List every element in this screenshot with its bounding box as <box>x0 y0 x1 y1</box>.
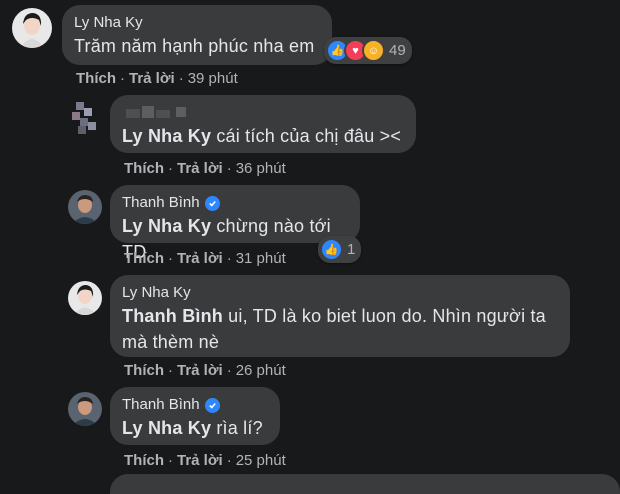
mention-link[interactable]: Ly Nha Ky <box>122 126 211 146</box>
timestamp[interactable]: 39 phút <box>188 70 238 87</box>
comment-bubble: Ly Nha Ky Trăm năm hạnh phúc nha em <box>62 5 332 65</box>
comment-author[interactable]: Thanh Bình <box>122 395 268 415</box>
separator: · <box>168 160 173 177</box>
reaction-summary[interactable]: 👍 1 <box>318 236 362 263</box>
reaction-summary[interactable]: 👍 ♥ ☺ 49 <box>324 37 412 64</box>
like-link[interactable]: Thích <box>124 160 164 177</box>
avatar-thanh-binh[interactable] <box>68 190 102 224</box>
comment-text: Thanh Bình ui, TD là ko biet luon do. Nh… <box>122 306 546 352</box>
separator: · <box>168 452 173 469</box>
avatar-thanh-binh[interactable] <box>68 392 102 426</box>
comment-actions: Thích · Trả lời · 36 phút <box>124 160 286 177</box>
verified-badge-icon <box>204 195 220 211</box>
author-name-blurred <box>122 103 404 123</box>
comment-bubble: Thanh Bình Ly Nha Ky rìa lí? <box>110 387 280 445</box>
timestamp[interactable]: 31 phút <box>236 250 286 267</box>
avatar-ly-nha-ky[interactable] <box>68 281 102 315</box>
separator: · <box>168 362 173 379</box>
reply-link[interactable]: Trả lời <box>177 160 223 177</box>
separator: · <box>120 70 125 87</box>
comment-author[interactable]: Thanh Bình <box>122 193 348 213</box>
separator: · <box>178 70 184 87</box>
verified-badge-icon <box>204 397 220 413</box>
mention-link[interactable]: Thanh Bình <box>122 306 223 326</box>
comment-bubble: Thanh Bình Ly Nha Ky chừng nào tới TD <box>110 185 360 262</box>
separator: · <box>168 250 173 267</box>
avatar-ly-nha-ky[interactable] <box>12 8 52 48</box>
reply-link[interactable]: Trả lời <box>177 250 223 267</box>
comment-actions: Thích · Trả lời · 31 phút <box>124 250 286 267</box>
comment-author[interactable]: Ly Nha Ky <box>122 283 558 303</box>
reaction-count: 1 <box>347 241 356 258</box>
separator: · <box>226 250 232 267</box>
comment-actions: Thích · Trả lời · 25 phút <box>124 452 286 469</box>
comment-bubble-partial <box>110 474 620 494</box>
reply-link[interactable]: Trả lời <box>129 70 175 87</box>
timestamp[interactable]: 26 phút <box>236 362 286 379</box>
separator: · <box>226 362 232 379</box>
comment-author[interactable]: Ly Nha Ky <box>74 13 320 33</box>
comment-actions: Thích · Trả lời · 39 phút <box>76 70 238 87</box>
comment-actions: Thích · Trả lời · 26 phút <box>124 362 286 379</box>
mention-link[interactable]: Ly Nha Ky <box>122 216 211 236</box>
comment-text: Ly Nha Ky rìa lí? <box>122 418 263 438</box>
reply-link[interactable]: Trả lời <box>177 362 223 379</box>
reaction-count: 49 <box>389 42 406 59</box>
like-link[interactable]: Thích <box>124 250 164 267</box>
avatar-blurred[interactable] <box>70 100 106 136</box>
mention-link[interactable]: Ly Nha Ky <box>122 418 211 438</box>
like-link[interactable]: Thích <box>124 362 164 379</box>
comment-text: Trăm năm hạnh phúc nha em <box>74 36 315 56</box>
comment-text: Ly Nha Ky cái tích của chị đâu >< <box>122 126 402 146</box>
separator: · <box>226 452 232 469</box>
like-icon: 👍 <box>320 238 343 261</box>
comment-bubble: Ly Nha Ky cái tích của chị đâu >< <box>110 95 416 153</box>
like-link[interactable]: Thích <box>76 70 116 87</box>
care-icon: ☺ <box>362 39 385 62</box>
timestamp[interactable]: 25 phút <box>236 452 286 469</box>
timestamp[interactable]: 36 phút <box>236 160 286 177</box>
separator: · <box>226 160 232 177</box>
comment-bubble: Ly Nha Ky Thanh Bình ui, TD là ko biet l… <box>110 275 570 357</box>
like-link[interactable]: Thích <box>124 452 164 469</box>
reply-link[interactable]: Trả lời <box>177 452 223 469</box>
